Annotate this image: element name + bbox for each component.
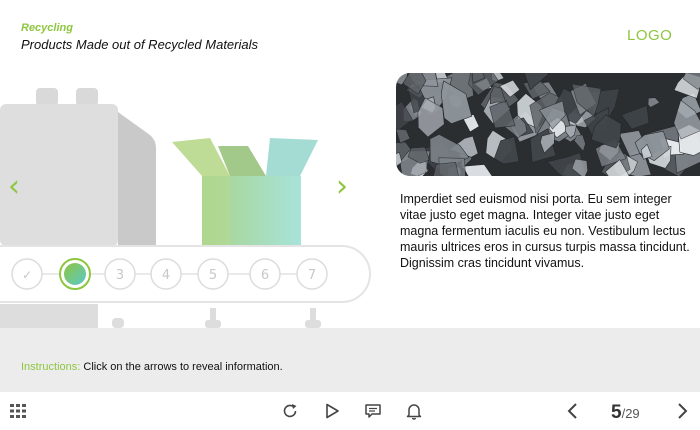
prev-slide-arrow[interactable]: ‹ bbox=[8, 172, 20, 202]
conveyor-illustration: ✓ 3 4 5 6 7 bbox=[0, 88, 371, 328]
prev-page-button[interactable] bbox=[563, 401, 583, 421]
next-page-button[interactable] bbox=[672, 401, 692, 421]
instructions: Instructions: Click on the arrows to rev… bbox=[21, 361, 283, 373]
current-page: 5 bbox=[611, 402, 622, 423]
chevron-left-icon: ‹ bbox=[8, 169, 20, 204]
recycling-machine bbox=[0, 88, 156, 246]
step-label: 3 bbox=[116, 268, 124, 283]
player-toolbar bbox=[0, 392, 700, 430]
step-3[interactable]: 3 bbox=[104, 258, 136, 290]
comment-icon[interactable] bbox=[363, 401, 383, 421]
logo: LOGO bbox=[627, 27, 673, 44]
replay-icon[interactable] bbox=[280, 401, 300, 421]
step-label: 6 bbox=[261, 268, 269, 283]
recycled-box bbox=[172, 138, 318, 246]
bell-icon[interactable] bbox=[404, 401, 424, 421]
instructions-text: Click on the arrows to reveal informatio… bbox=[80, 361, 283, 373]
step-5[interactable]: 5 bbox=[197, 258, 229, 290]
category-label: Recycling bbox=[21, 22, 73, 34]
slide-title: Products Made out of Recycled Materials bbox=[21, 37, 258, 52]
instructions-label: Instructions: bbox=[21, 361, 81, 373]
info-text: Imperdiet sed euismod nisi porta. Eu sem… bbox=[400, 192, 690, 270]
grid-menu-icon[interactable] bbox=[8, 401, 28, 421]
step-label: 5 bbox=[209, 268, 217, 283]
step-label: 4 bbox=[162, 268, 170, 283]
step-2[interactable] bbox=[59, 258, 91, 290]
slide-stage: Recycling Products Made out of Recycled … bbox=[0, 0, 700, 328]
step-4[interactable]: 4 bbox=[150, 258, 182, 290]
conveyor-supports bbox=[0, 304, 321, 328]
step-6[interactable]: 6 bbox=[249, 258, 281, 290]
page-counter: 5/29 bbox=[611, 402, 640, 424]
step-1[interactable]: ✓ bbox=[11, 258, 43, 290]
instructions-panel: Instructions: Click on the arrows to rev… bbox=[0, 328, 700, 392]
step-label: ✓ bbox=[22, 268, 32, 282]
step-7[interactable]: 7 bbox=[296, 258, 328, 290]
play-icon[interactable] bbox=[322, 401, 342, 421]
total-pages: /29 bbox=[621, 406, 640, 421]
recycled-metal-photo bbox=[396, 73, 700, 176]
step-label: 7 bbox=[308, 268, 316, 283]
next-slide-arrow[interactable]: › bbox=[336, 172, 348, 202]
chevron-right-icon: › bbox=[336, 169, 348, 204]
